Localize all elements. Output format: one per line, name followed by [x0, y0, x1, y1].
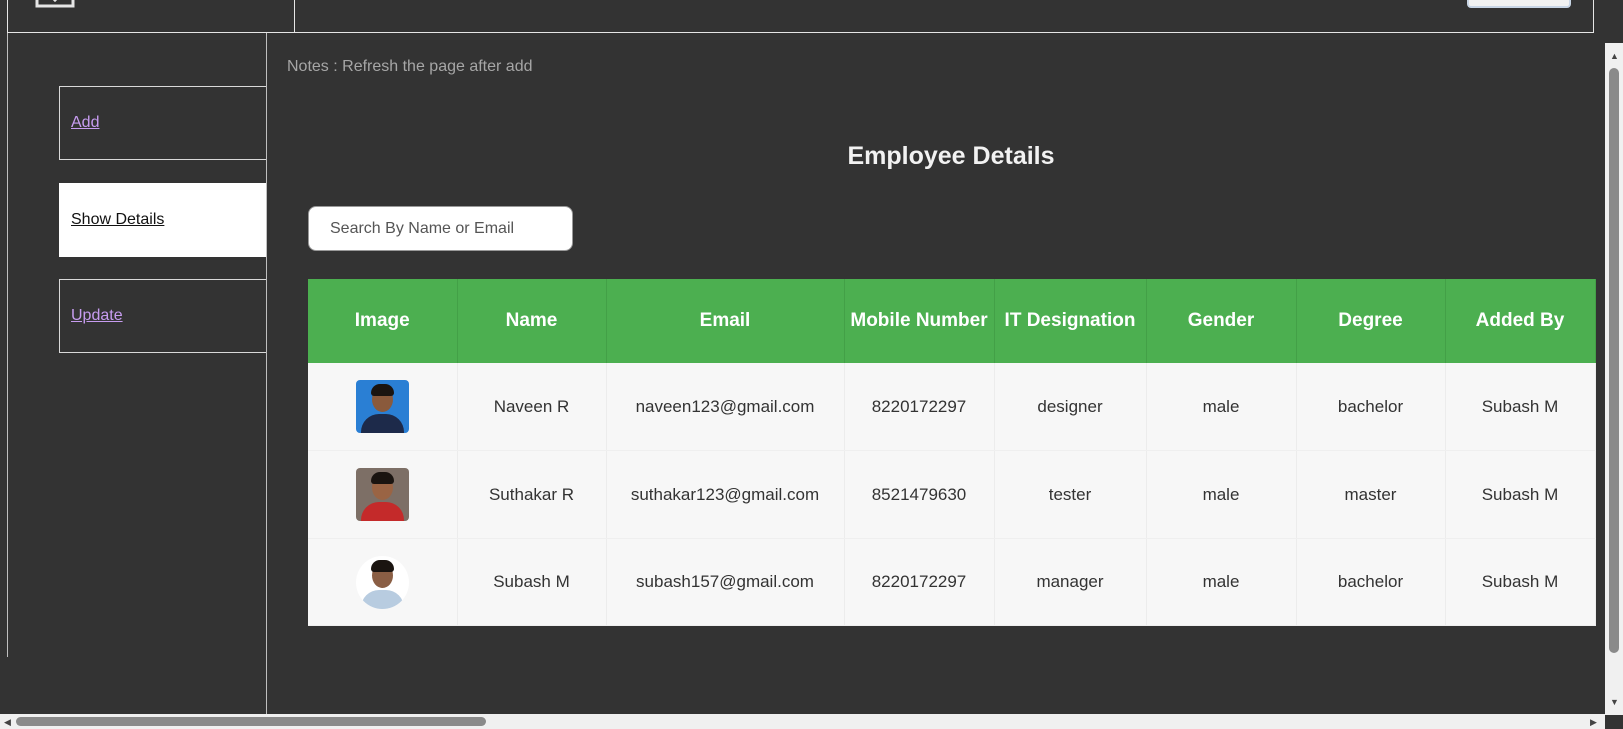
employee-photo: [355, 468, 409, 521]
topbar-divider: [294, 0, 295, 32]
added-by-cell: Subash M: [1445, 363, 1596, 451]
designation-cell: designer: [994, 363, 1147, 451]
column-header-designation: IT Designation: [994, 279, 1147, 363]
search-input[interactable]: [308, 206, 573, 251]
sidebar-item-label[interactable]: Update: [71, 307, 123, 325]
vertical-scrollbar[interactable]: ▲ ▼: [1605, 43, 1623, 715]
page-title: Employee Details: [847, 142, 1055, 170]
top-bar: [7, 0, 1594, 33]
column-header-email: Email: [606, 279, 845, 363]
added-by-cell: Subash M: [1445, 450, 1596, 539]
image-cell: [308, 450, 458, 539]
table-row: Naveen R naveen123@gmail.com 8220172297 …: [308, 363, 1596, 451]
table-row: Suthakar R suthakar123@gmail.com 8521479…: [308, 450, 1596, 539]
left-border: [7, 33, 8, 657]
employee-photo: [355, 380, 409, 433]
sidebar-item-label[interactable]: Show Details: [71, 211, 164, 229]
added-by-cell: Subash M: [1445, 538, 1596, 626]
column-header-gender: Gender: [1146, 279, 1297, 363]
degree-cell: master: [1296, 450, 1446, 539]
employee-photo: [355, 555, 409, 609]
mobile-cell: 8220172297: [844, 538, 995, 626]
designation-cell: manager: [994, 538, 1147, 626]
gender-cell: male: [1146, 450, 1297, 539]
degree-cell: bachelor: [1296, 538, 1446, 626]
employee-table: Image Name Email Mobile Number IT Design…: [308, 279, 1596, 626]
name-cell: Naveen R: [457, 363, 607, 451]
sidebar-item-update[interactable]: Update: [59, 279, 266, 353]
gender-cell: male: [1146, 363, 1297, 451]
sidebar-item-show-details[interactable]: Show Details: [59, 183, 266, 257]
designation-cell: tester: [994, 450, 1147, 539]
scroll-up-icon[interactable]: ▲: [1610, 51, 1619, 61]
logo-icon: [35, 0, 75, 8]
column-header-image: Image: [308, 279, 458, 363]
vertical-scroll-thumb[interactable]: [1609, 68, 1619, 653]
email-cell: suthakar123@gmail.com: [606, 450, 845, 539]
sidebar-item-add[interactable]: Add: [59, 86, 266, 160]
email-cell: subash157@gmail.com: [606, 538, 845, 626]
gender-cell: male: [1146, 538, 1297, 626]
horizontal-scroll-thumb[interactable]: [16, 717, 486, 726]
sidebar-border: [266, 33, 267, 715]
sidebar-item-label[interactable]: Add: [71, 114, 99, 132]
table-header-row: Image Name Email Mobile Number IT Design…: [308, 279, 1596, 363]
table-row: Subash M subash157@gmail.com 8220172297 …: [308, 538, 1596, 626]
top-right-button[interactable]: [1467, 0, 1571, 8]
column-header-name: Name: [457, 279, 607, 363]
column-header-degree: Degree: [1296, 279, 1446, 363]
horizontal-scrollbar[interactable]: ◀ ▶: [0, 714, 1605, 729]
name-cell: Subash M: [457, 538, 607, 626]
column-header-added-by: Added By: [1445, 279, 1596, 363]
name-cell: Suthakar R: [457, 450, 607, 539]
mobile-cell: 8521479630: [844, 450, 995, 539]
scroll-down-icon[interactable]: ▼: [1610, 697, 1619, 707]
degree-cell: bachelor: [1296, 363, 1446, 451]
mobile-cell: 8220172297: [844, 363, 995, 451]
image-cell: [308, 363, 458, 451]
scroll-right-icon[interactable]: ▶: [1590, 717, 1597, 727]
email-cell: naveen123@gmail.com: [606, 363, 845, 451]
scroll-left-icon[interactable]: ◀: [4, 717, 11, 727]
notes-text: Notes : Refresh the page after add: [287, 58, 533, 75]
image-cell: [308, 538, 458, 626]
column-header-mobile: Mobile Number: [844, 279, 995, 363]
